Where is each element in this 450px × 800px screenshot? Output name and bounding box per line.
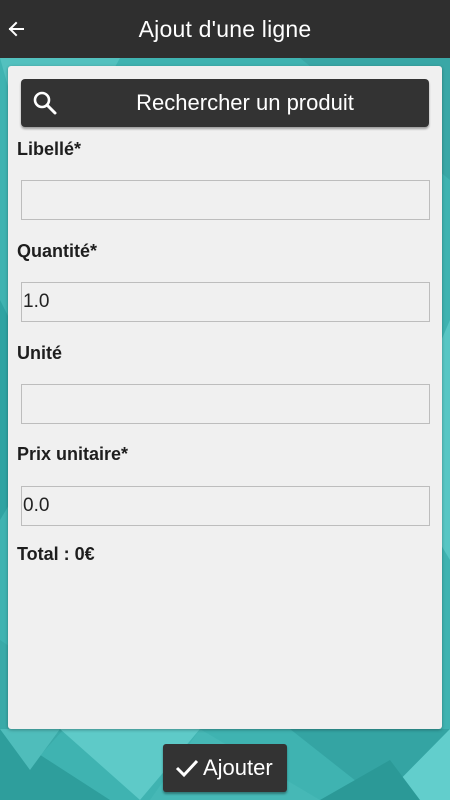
page-title: Ajout d'une ligne xyxy=(138,16,312,42)
form-card: Rechercher un produit Libellé* Quantité*… xyxy=(8,66,442,729)
app-bar: Ajout d'une ligne xyxy=(0,0,450,58)
add-button[interactable]: Ajouter xyxy=(163,744,287,792)
check-icon xyxy=(175,759,199,778)
unite-label: Unité xyxy=(17,343,62,363)
prix-unitaire-label: Prix unitaire* xyxy=(17,444,129,464)
quantite-input[interactable] xyxy=(21,282,430,322)
add-button-label: Ajouter xyxy=(203,755,273,780)
quantite-label: Quantité* xyxy=(17,241,98,261)
prix-unitaire-input[interactable] xyxy=(21,486,430,526)
search-product-button[interactable]: Rechercher un produit xyxy=(21,79,429,127)
search-product-label: Rechercher un produit xyxy=(136,90,354,115)
unite-input[interactable] xyxy=(21,384,430,424)
libelle-input[interactable] xyxy=(21,180,430,220)
libelle-label: Libellé* xyxy=(17,139,82,159)
search-icon xyxy=(33,91,57,115)
total-amount: Total : 0€ xyxy=(17,544,95,564)
